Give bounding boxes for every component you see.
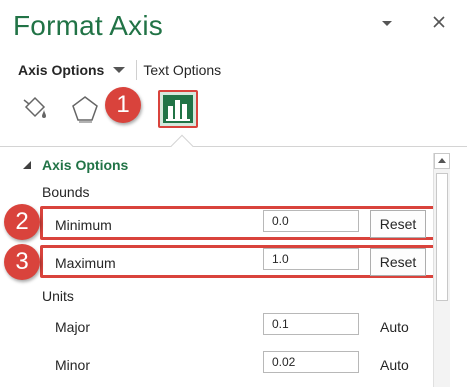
section-divider — [0, 146, 467, 147]
major-label: Major — [55, 319, 91, 335]
units-label: Units — [42, 288, 74, 304]
maximum-reset-button[interactable]: Reset — [370, 248, 426, 276]
scroll-up-button[interactable] — [434, 153, 450, 169]
vertical-scrollbar[interactable] — [433, 153, 450, 387]
scroll-up-arrow-icon — [438, 158, 446, 163]
minimum-label: Minimum — [55, 217, 112, 233]
chevron-down-icon[interactable] — [380, 16, 394, 30]
maximum-input[interactable]: 1.0 — [263, 248, 359, 270]
minor-auto-status: Auto — [380, 357, 409, 373]
callout-badge-1: 1 — [105, 87, 141, 123]
caret-down-icon[interactable] — [112, 65, 126, 75]
callout-badge-3: 3 — [4, 244, 40, 280]
selected-tab-pointer — [170, 134, 194, 158]
axis-options-tab[interactable]: Axis Options — [18, 62, 104, 78]
close-icon[interactable] — [431, 14, 447, 30]
fill-line-icon[interactable] — [18, 92, 52, 126]
callout-badge-2: 2 — [4, 204, 40, 240]
axis-options-section-header[interactable]: Axis Options — [22, 157, 128, 173]
tab-divider — [136, 60, 138, 80]
section-title: Axis Options — [42, 157, 129, 173]
bar-chart-icon — [163, 95, 193, 123]
bounds-label: Bounds — [42, 184, 90, 200]
maximum-label: Maximum — [55, 255, 116, 271]
options-tabs: Axis Options Text Options — [18, 60, 221, 80]
major-auto-status: Auto — [380, 319, 409, 335]
pane-title: Format Axis — [13, 10, 164, 41]
collapse-triangle-icon — [23, 161, 31, 169]
effects-pentagon-icon[interactable] — [68, 92, 102, 126]
text-options-tab[interactable]: Text Options — [143, 62, 221, 78]
format-axis-pane: Format Axis Axis Options Text Options 1 … — [0, 0, 467, 387]
minor-label: Minor — [55, 357, 91, 373]
scroll-thumb[interactable] — [436, 173, 448, 301]
minimum-reset-button[interactable]: Reset — [370, 210, 426, 238]
major-input[interactable]: 0.1 — [263, 313, 359, 335]
axis-options-icon-button[interactable] — [158, 90, 198, 128]
minimum-input[interactable]: 0.0 — [263, 210, 359, 232]
minor-input[interactable]: 0.02 — [263, 351, 359, 373]
